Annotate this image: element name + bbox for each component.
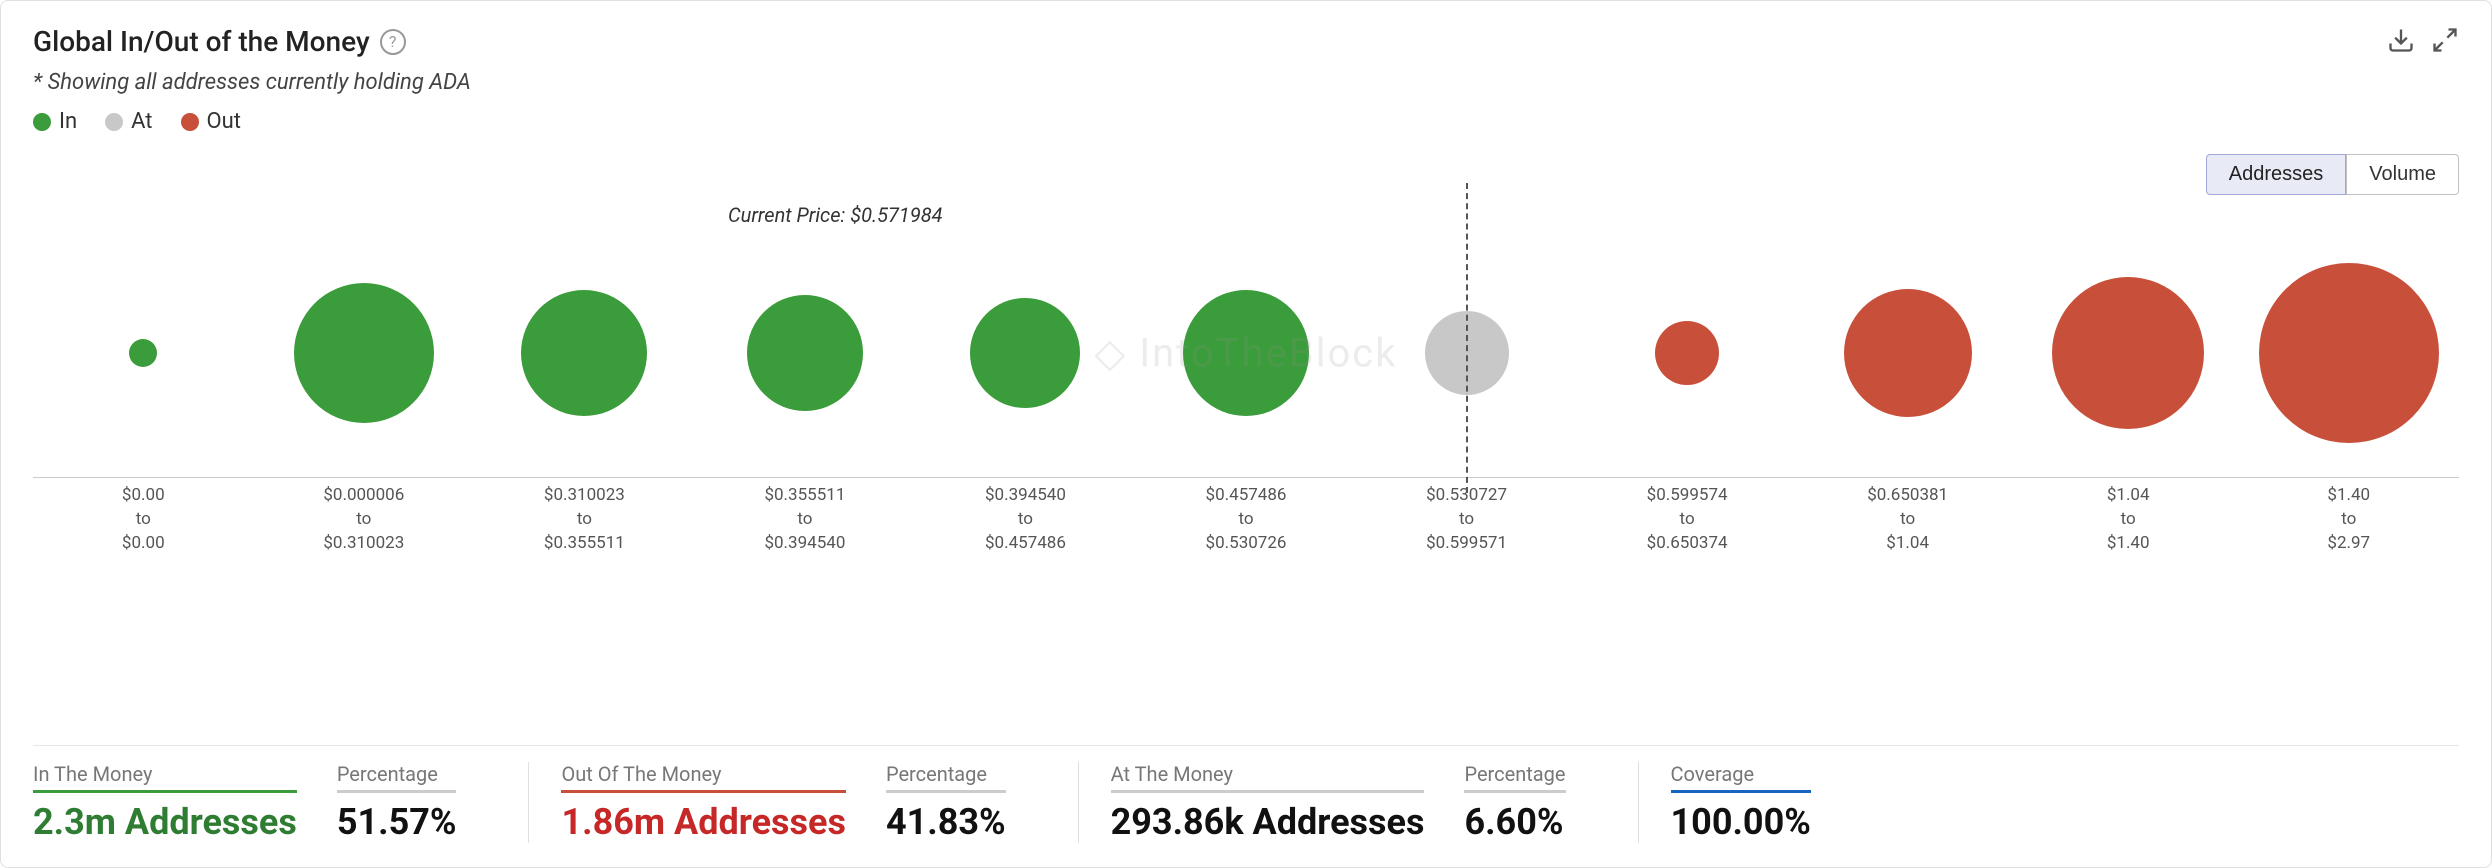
stat-label-out-pct: Percentage bbox=[886, 762, 1006, 793]
expand-icon[interactable] bbox=[2431, 26, 2459, 58]
bubble-col-11 bbox=[2238, 233, 2459, 473]
bubble-4 bbox=[747, 295, 863, 411]
legend-in: In bbox=[33, 109, 77, 134]
legend-dot-in bbox=[33, 113, 51, 131]
current-price-text: Current Price: $0.571984 bbox=[728, 203, 943, 227]
stat-value-coverage: 100.00% bbox=[1671, 801, 1811, 843]
stat-group-at: At The Money 293.86k Addresses bbox=[1111, 762, 1465, 843]
legend-dot-out bbox=[181, 113, 199, 131]
chart-area: Current Price: $0.571984 ◇ IntoTheBlock bbox=[33, 203, 2459, 721]
stat-group-out-pct: Percentage 41.83% bbox=[886, 762, 1046, 843]
label-col-1: $0.00to$0.00 bbox=[33, 484, 254, 555]
header-row: Global In/Out of the Money ? bbox=[33, 25, 2459, 58]
download-icon[interactable] bbox=[2387, 26, 2415, 58]
stat-value-in: 2.3m Addresses bbox=[33, 801, 297, 843]
stat-value-at-pct: 6.60% bbox=[1464, 801, 1565, 843]
label-col-10: $1.04to$1.40 bbox=[2018, 484, 2239, 555]
stat-group-coverage: Coverage 100.00% bbox=[1671, 762, 1851, 843]
widget-container: Global In/Out of the Money ? bbox=[0, 0, 2492, 868]
label-col-8: $0.599574to$0.650374 bbox=[1577, 484, 1798, 555]
header-actions bbox=[2387, 26, 2459, 58]
legend-at: At bbox=[105, 109, 152, 134]
bubble-11 bbox=[2259, 263, 2439, 443]
stat-sep-2 bbox=[1078, 762, 1079, 843]
stat-group-out: Out Of The Money 1.86m Addresses bbox=[561, 762, 885, 843]
bubbles-container: ◇ IntoTheBlock bbox=[33, 233, 2459, 473]
bubble-col-10 bbox=[2018, 233, 2239, 473]
title-area: Global In/Out of the Money ? bbox=[33, 25, 406, 58]
stat-value-at: 293.86k Addresses bbox=[1111, 801, 1425, 843]
label-col-9: $0.650381to$1.04 bbox=[1797, 484, 2018, 555]
bubble-1 bbox=[129, 339, 157, 367]
bubble-8 bbox=[1655, 321, 1719, 385]
current-price-label: Current Price: $0.571984 bbox=[728, 203, 943, 227]
stat-label-at-pct: Percentage bbox=[1464, 762, 1565, 793]
stat-sep-1 bbox=[528, 762, 529, 843]
baseline bbox=[33, 477, 2459, 478]
tab-addresses[interactable]: Addresses bbox=[2206, 154, 2347, 195]
bubble-col-8 bbox=[1577, 233, 1798, 473]
bubble-col-3 bbox=[474, 233, 695, 473]
stat-sep-3 bbox=[1638, 762, 1639, 843]
stat-value-out: 1.86m Addresses bbox=[561, 801, 845, 843]
legend-label-out: Out bbox=[207, 109, 241, 134]
legend-out: Out bbox=[181, 109, 241, 134]
legend: In At Out bbox=[33, 109, 2459, 134]
bubble-5 bbox=[970, 298, 1080, 408]
label-col-4: $0.355511to$0.394540 bbox=[695, 484, 916, 555]
bubble-col-7 bbox=[1356, 233, 1577, 473]
label-col-6: $0.457486to$0.530726 bbox=[1136, 484, 1357, 555]
label-col-11: $1.40to$2.97 bbox=[2238, 484, 2459, 555]
stat-label-out: Out Of The Money bbox=[561, 762, 845, 793]
legend-label-at: At bbox=[131, 109, 152, 134]
label-col-5: $0.394540to$0.457486 bbox=[915, 484, 1136, 555]
stat-value-out-pct: 41.83% bbox=[886, 801, 1006, 843]
stat-group-at-pct: Percentage 6.60% bbox=[1464, 762, 1605, 843]
bubble-col-5 bbox=[915, 233, 1136, 473]
label-col-7: $0.530727to$0.599571 bbox=[1356, 484, 1577, 555]
bubble-2 bbox=[294, 283, 434, 423]
bubble-6 bbox=[1183, 290, 1309, 416]
label-col-2: $0.000006to$0.310023 bbox=[254, 484, 475, 555]
stat-label-in: In The Money bbox=[33, 762, 297, 793]
subtitle: * Showing all addresses currently holdin… bbox=[33, 70, 2459, 95]
stat-group-in: In The Money 2.3m Addresses bbox=[33, 762, 337, 843]
tab-volume[interactable]: Volume bbox=[2346, 154, 2459, 195]
controls-row: Addresses Volume bbox=[33, 154, 2459, 195]
bubble-3 bbox=[521, 290, 647, 416]
bubble-col-2 bbox=[254, 233, 475, 473]
help-icon[interactable]: ? bbox=[380, 29, 406, 55]
bubble-col-4 bbox=[695, 233, 916, 473]
stat-label-in-pct: Percentage bbox=[337, 762, 457, 793]
bubble-col-6 bbox=[1136, 233, 1357, 473]
legend-label-in: In bbox=[59, 109, 77, 134]
bubble-col-1 bbox=[33, 233, 254, 473]
stat-value-in-pct: 51.57% bbox=[337, 801, 457, 843]
legend-dot-at bbox=[105, 113, 123, 131]
bubble-10 bbox=[2052, 277, 2204, 429]
bubble-9 bbox=[1844, 289, 1972, 417]
label-col-3: $0.310023to$0.355511 bbox=[474, 484, 695, 555]
stats-row: In The Money 2.3m Addresses Percentage 5… bbox=[33, 745, 2459, 843]
bubble-col-9 bbox=[1797, 233, 2018, 473]
current-price-line bbox=[1466, 183, 1468, 493]
stat-label-coverage: Coverage bbox=[1671, 762, 1811, 793]
stat-group-in-pct: Percentage 51.57% bbox=[337, 762, 497, 843]
stat-label-at: At The Money bbox=[1111, 762, 1425, 793]
widget-title: Global In/Out of the Money bbox=[33, 25, 370, 58]
labels-row: $0.00to$0.00 $0.000006to$0.310023 $0.310… bbox=[33, 484, 2459, 555]
